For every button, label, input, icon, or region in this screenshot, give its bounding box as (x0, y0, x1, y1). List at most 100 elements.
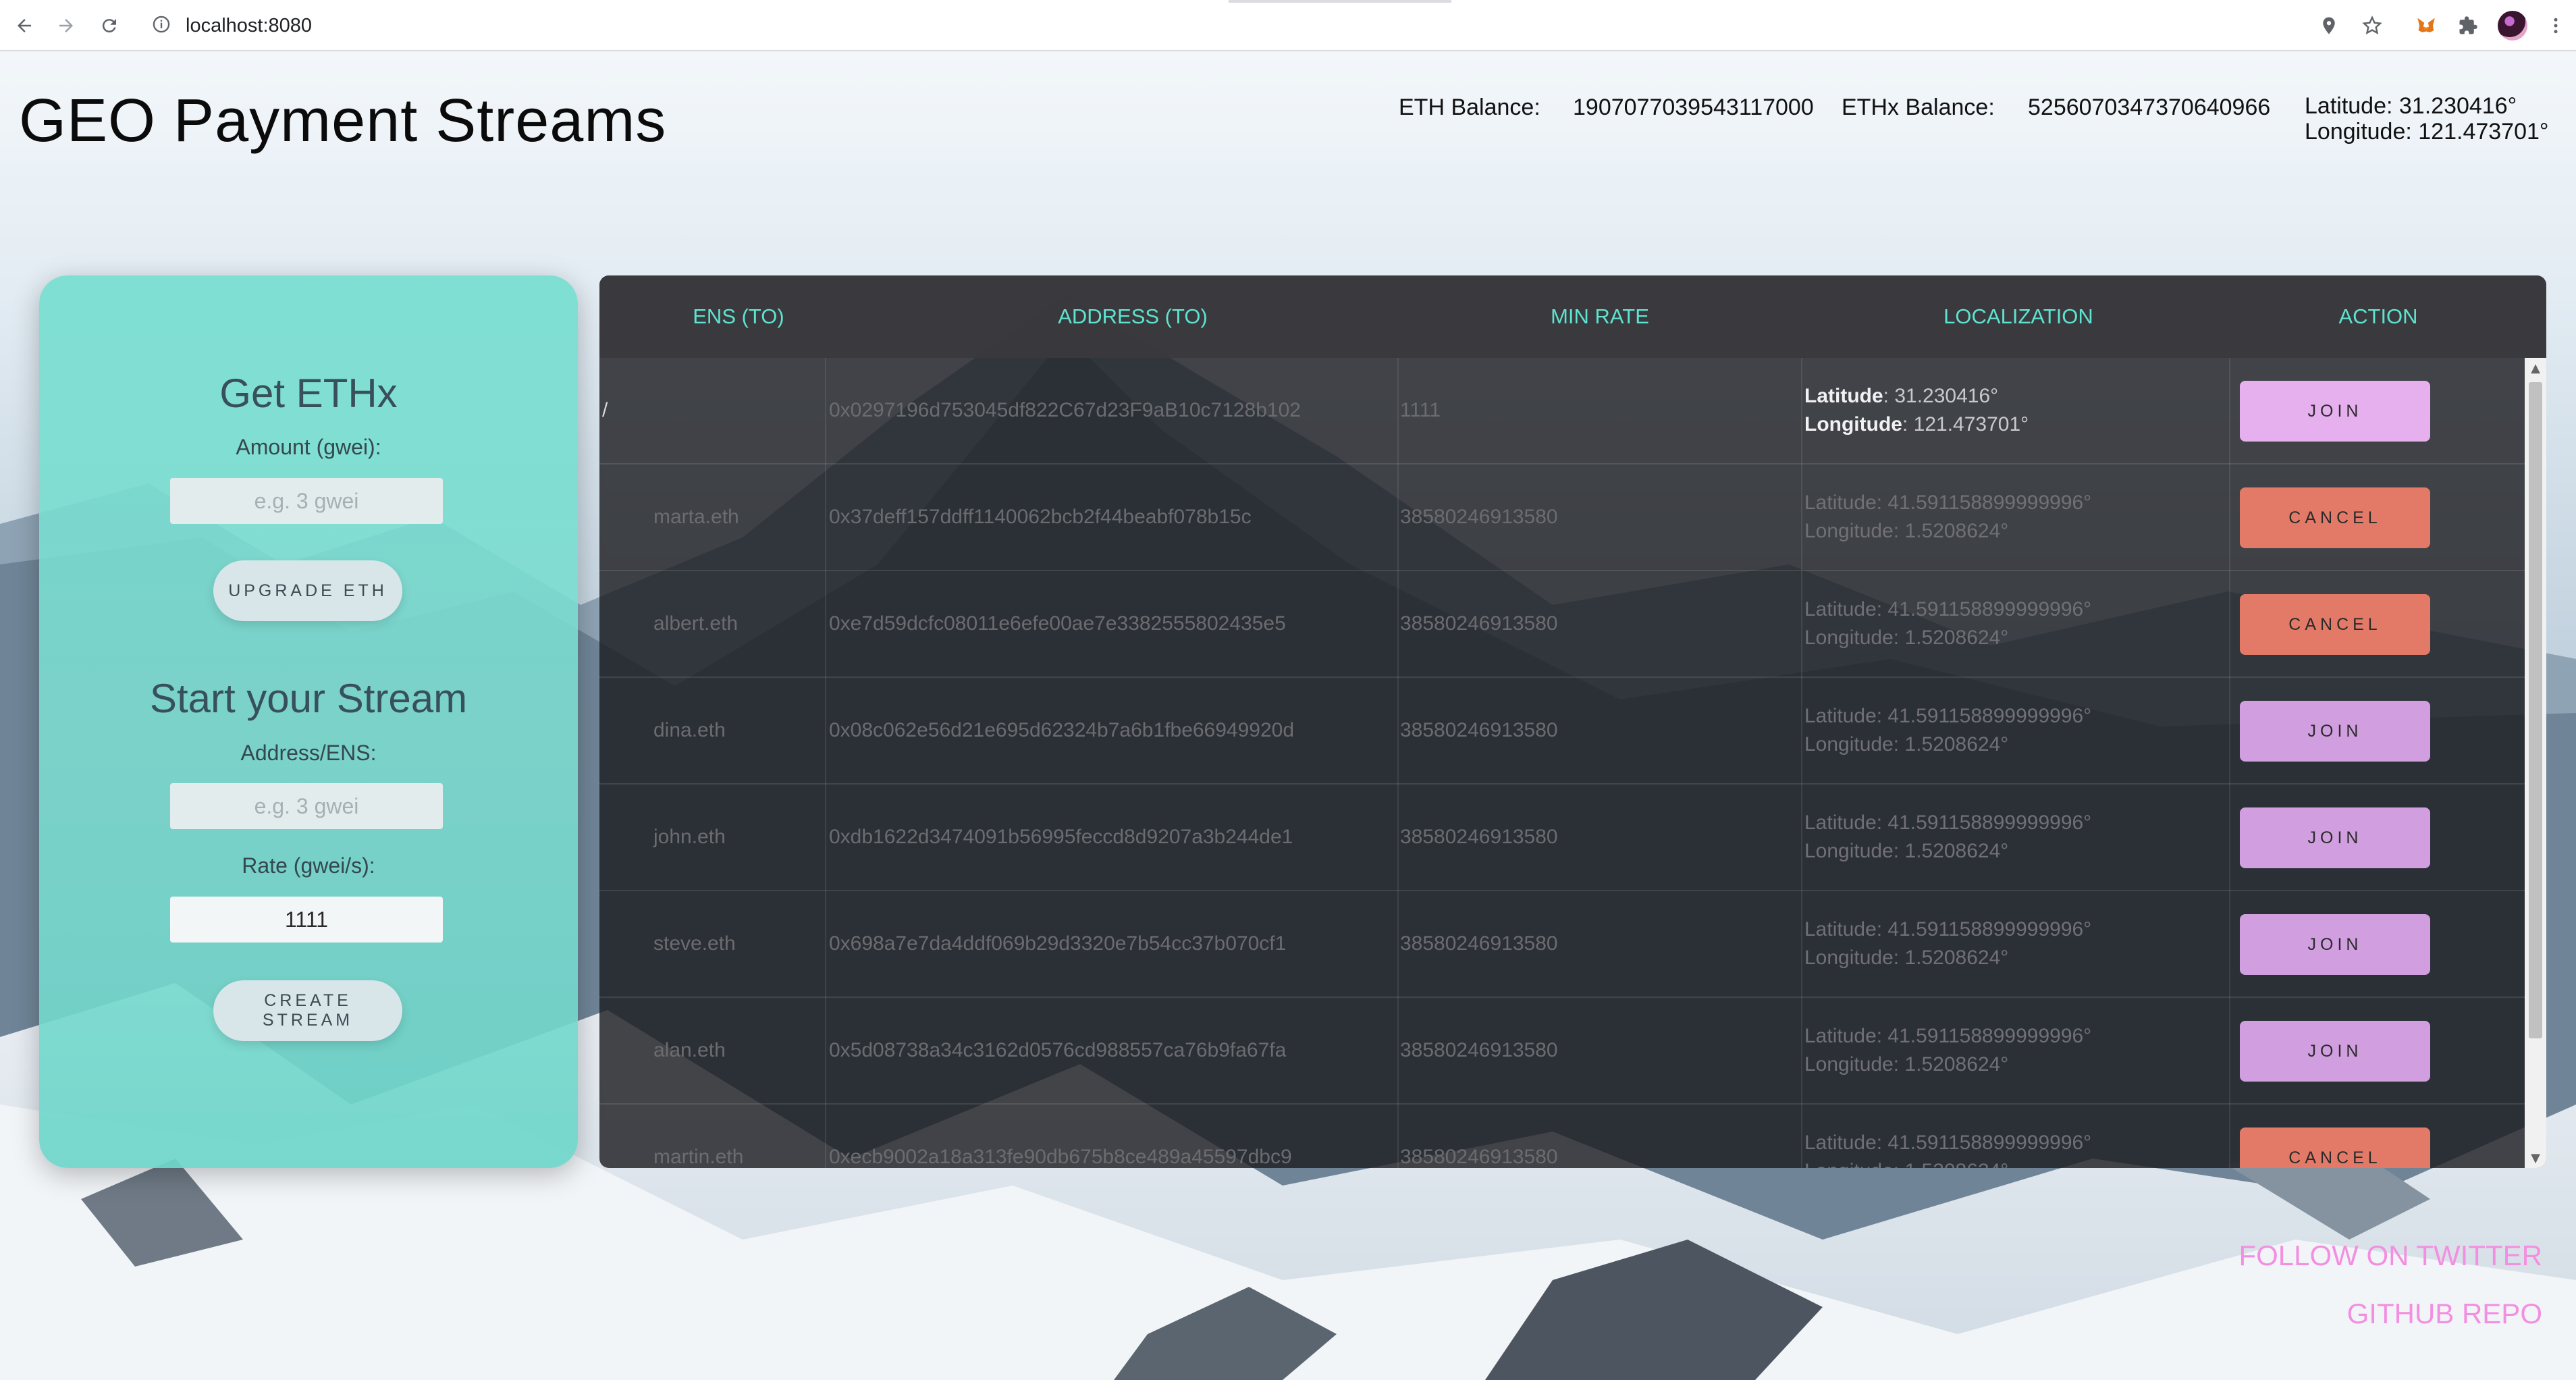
cell-localization: Latitude: 31.230416° Longitude: 121.47370… (1804, 358, 2029, 463)
cell-min-rate: 3858024691358​0 (1400, 465, 1558, 570)
cell-ens: dina.eth (653, 678, 726, 783)
cancel-button[interactable]: CANCEL (2240, 594, 2430, 655)
cell-localization: Latitude: 41.591158899999996° Longitude: … (1804, 465, 2091, 570)
forward-arrow-icon[interactable] (51, 11, 81, 41)
scroll-up-arrow-icon[interactable]: ▲ (2525, 358, 2546, 378)
star-icon[interactable] (2357, 11, 2387, 41)
cell-min-rate: 3858024691358​0 (1400, 571, 1558, 676)
reload-icon[interactable] (95, 11, 124, 41)
cell-localization: Latitude: 41.591158899999996° Longitude: … (1804, 678, 2091, 783)
kebab-menu-icon[interactable] (2541, 11, 2571, 41)
get-ethx-title: Get ETHx (219, 371, 398, 416)
ens-name: steve.eth (653, 932, 736, 955)
longitude-label: Longitude (1804, 1160, 1894, 1168)
cancel-button[interactable]: CANCEL (2240, 487, 2430, 548)
address-input[interactable] (170, 783, 443, 829)
address-value: 0x698a7e7da4ddf069b29d3320e7b54cc37b070c… (829, 932, 1287, 955)
table-row: steve.eth 0x698a7e7da4ddf069b29d3320e7b54… (599, 891, 2525, 998)
eth-balance-value: 1907077039543117000 (1573, 95, 1814, 120)
ethx-balance-label: ETHx Balance: (1842, 95, 1995, 120)
longitude-label: Longitude (1804, 520, 1894, 542)
eth-balance-label: ETH Balance: (1399, 95, 1540, 120)
latitude-label: Latitude (1804, 918, 1877, 940)
ens-name: martin.eth (653, 1146, 744, 1168)
ens-name: dina.eth (653, 719, 726, 741)
table-scrollbar[interactable]: ▲ ▼ (2525, 358, 2546, 1168)
min-rate-value: 3858024691358​0 (1400, 612, 1558, 635)
info-icon[interactable] (152, 15, 171, 36)
page-title: GEO Payment Streams (19, 87, 667, 155)
min-rate-value: 3858024691358​0 (1400, 932, 1558, 955)
cell-localization: Latitude: 41.591158899999996° Longitude: … (1804, 1105, 2091, 1168)
address-value: 0x37deff157ddff1140062bcb2f44beabf078b15… (829, 506, 1252, 528)
address-label: Address/ENS: (240, 741, 377, 765)
upgrade-eth-button[interactable]: UPGRADE ETH (213, 560, 402, 621)
latitude-label: Latitude (2305, 93, 2386, 119)
join-button[interactable]: JOIN (2240, 1021, 2430, 1082)
longitude-value: : 1.5208624° (1893, 1053, 2009, 1076)
extensions-puzzle-icon[interactable] (2453, 11, 2483, 41)
cell-ens: alan.eth (653, 998, 726, 1103)
rate-label: Rate (gwei/s): (242, 853, 375, 878)
latitude-value: : 41.591158899999996° (1876, 598, 2092, 620)
streams-table: ENS (TO) ADDRESS (TO) MIN RATE LOCALIZAT… (599, 275, 2546, 1168)
back-arrow-icon[interactable] (9, 11, 39, 41)
latitude-value: : 41.591158899999996° (1876, 1025, 2092, 1047)
ens-name: albert.eth (653, 612, 739, 635)
table-row: marta.eth 0x37deff157ddff1140062bcb2f44be… (599, 465, 2525, 571)
cell-min-rate: 1111 (1400, 358, 1441, 463)
cell-ens: / (602, 358, 608, 463)
create-stream-button[interactable]: CREATE STREAM (213, 980, 402, 1041)
cell-address: 0xe7d59dcfc08011e6efe00ae7e3382555802435… (829, 571, 1286, 676)
browser-toolbar: localhost:8080 (0, 0, 2576, 51)
ens-name: marta.eth (653, 506, 739, 528)
cell-localization: Latitude: 41.591158899999996° Longitude: … (1804, 891, 2091, 997)
github-link[interactable]: GITHUB REPO (2347, 1298, 2542, 1330)
latitude-value: : 41.591158899999996° (1876, 705, 2092, 727)
table-row: albert.eth 0xe7d59dcfc08011e6efe00ae7e338… (599, 571, 2525, 678)
location-pin-icon[interactable] (2314, 11, 2344, 41)
cell-localization: Latitude: 41.591158899999996° Longitude: … (1804, 571, 2091, 676)
join-button[interactable]: JOIN (2240, 914, 2430, 975)
cell-ens: albert.eth (653, 571, 738, 676)
longitude-value: : 1.5208624° (1893, 733, 2009, 755)
cell-min-rate: 3858024691358​0 (1400, 785, 1558, 890)
latitude-label: Latitude (1804, 385, 1883, 407)
cancel-button[interactable]: CANCEL (2240, 1127, 2430, 1168)
cell-address: 0x08c062e56d21e695d62324b7a6b1fbe6694992… (829, 678, 1294, 783)
longitude-value: : 121.473701° (1902, 413, 2029, 435)
cell-address: 0xecb9002a18a313fe90db675b8ce489a45597db… (829, 1105, 1292, 1168)
stream-card: Get ETHx Amount (gwei): UPGRADE ETH Star… (39, 275, 578, 1168)
cell-ens: marta.eth (653, 465, 739, 570)
address-value: 0xdb1622d3474091b56995feccd8d9207a3b244d… (829, 826, 1293, 848)
metamask-fox-icon[interactable] (2411, 11, 2441, 41)
table-row: dina.eth 0x08c062e56d21e695d62324b7a6b1fb… (599, 678, 2525, 785)
min-rate-value: 3858024691358​0 (1400, 1039, 1558, 1061)
longitude-label: Longitude (1804, 733, 1894, 755)
join-button[interactable]: JOIN (2240, 381, 2430, 442)
amount-input[interactable] (170, 478, 443, 524)
latitude-value: : 41.591158899999996° (1876, 812, 2092, 834)
cell-min-rate: 3858024691358​0 (1400, 678, 1558, 783)
table-row: alan.eth 0x5d08738a34c3162d0576cd988557ca… (599, 998, 2525, 1105)
scroll-down-arrow-icon[interactable]: ▼ (2525, 1148, 2546, 1168)
twitter-link[interactable]: FOLLOW ON TWITTER (2238, 1240, 2542, 1272)
min-rate-value: 3858024691358​0 (1400, 826, 1558, 848)
cell-min-rate: 3858024691358​0 (1400, 891, 1558, 997)
profile-avatar[interactable] (2498, 11, 2527, 41)
latitude-value: : 31.230416° (2386, 93, 2517, 119)
join-button[interactable]: JOIN (2240, 701, 2430, 762)
ens-name: / (602, 399, 608, 421)
address-value: 0xe7d59dcfc08011e6efe00ae7e3382555802435… (829, 612, 1286, 635)
column-header-action: ACTION (2338, 304, 2418, 328)
rate-input[interactable] (170, 897, 443, 943)
scrollbar-thumb[interactable] (2529, 382, 2542, 1038)
latitude-label: Latitude (1804, 1132, 1877, 1154)
column-header-localization: LOCALIZATION (1943, 304, 2093, 328)
longitude-label: Longitude (1804, 1053, 1894, 1076)
address-value: 0x08c062e56d21e695d62324b7a6b1fbe6694992… (829, 719, 1295, 741)
latitude-value: : 41.591158899999996° (1876, 1132, 2092, 1154)
table-row: john.eth 0xdb1622d3474091b56995feccd8d920… (599, 785, 2525, 891)
url-bar[interactable]: localhost:8080 (186, 15, 312, 37)
join-button[interactable]: JOIN (2240, 807, 2430, 868)
